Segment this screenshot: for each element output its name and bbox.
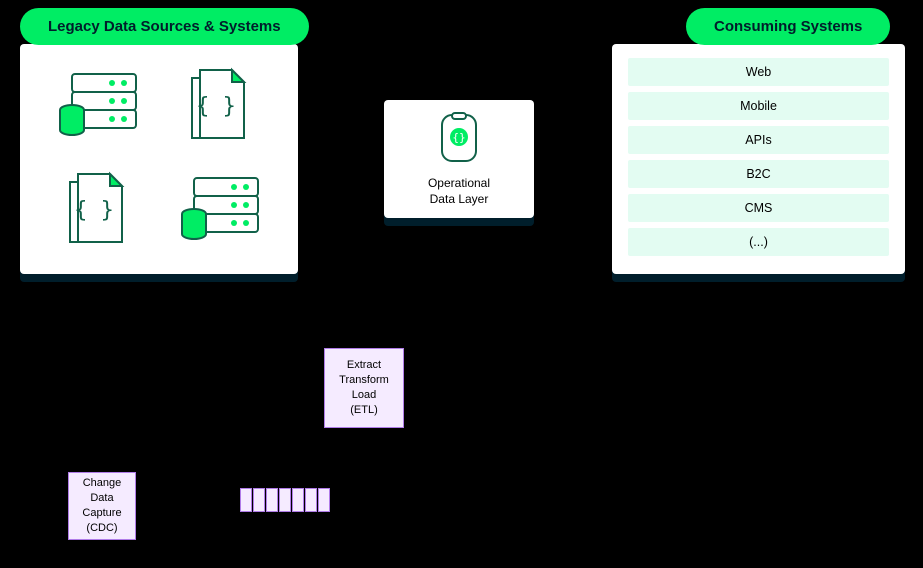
database-document-icon: {} (434, 111, 484, 167)
svg-text:{ }: { } (196, 94, 236, 119)
consuming-item: CMS (628, 194, 889, 222)
legacy-icon-code-file-plain: { } (44, 166, 152, 256)
consuming-item: Mobile (628, 92, 889, 120)
event-stream-track (240, 488, 330, 512)
consuming-item: APIs (628, 126, 889, 154)
consuming-item: B2C (628, 160, 889, 188)
consuming-panel: Web Mobile APIs B2C CMS (...) (612, 44, 905, 274)
legacy-icon-code-file-green: { } (166, 62, 274, 152)
cdc-box: Change Data Capture (CDC) (68, 472, 136, 540)
legacy-icon-server-db-top (44, 62, 152, 152)
legacy-icon-server-db-bottom (166, 166, 274, 256)
consuming-title-pill: Consuming Systems (686, 8, 890, 45)
legacy-title-pill: Legacy Data Sources & Systems (20, 8, 309, 45)
svg-text:{}: {} (452, 131, 465, 144)
consuming-item: (...) (628, 228, 889, 256)
odl-panel: {} Operational Data Layer (384, 100, 534, 218)
etl-box: Extract Transform Load (ETL) (324, 348, 404, 428)
odl-label: Operational Data Layer (428, 175, 490, 207)
consuming-item: Web (628, 58, 889, 86)
legacy-panel: { } { } (20, 44, 298, 274)
svg-text:{ }: { } (74, 198, 114, 223)
